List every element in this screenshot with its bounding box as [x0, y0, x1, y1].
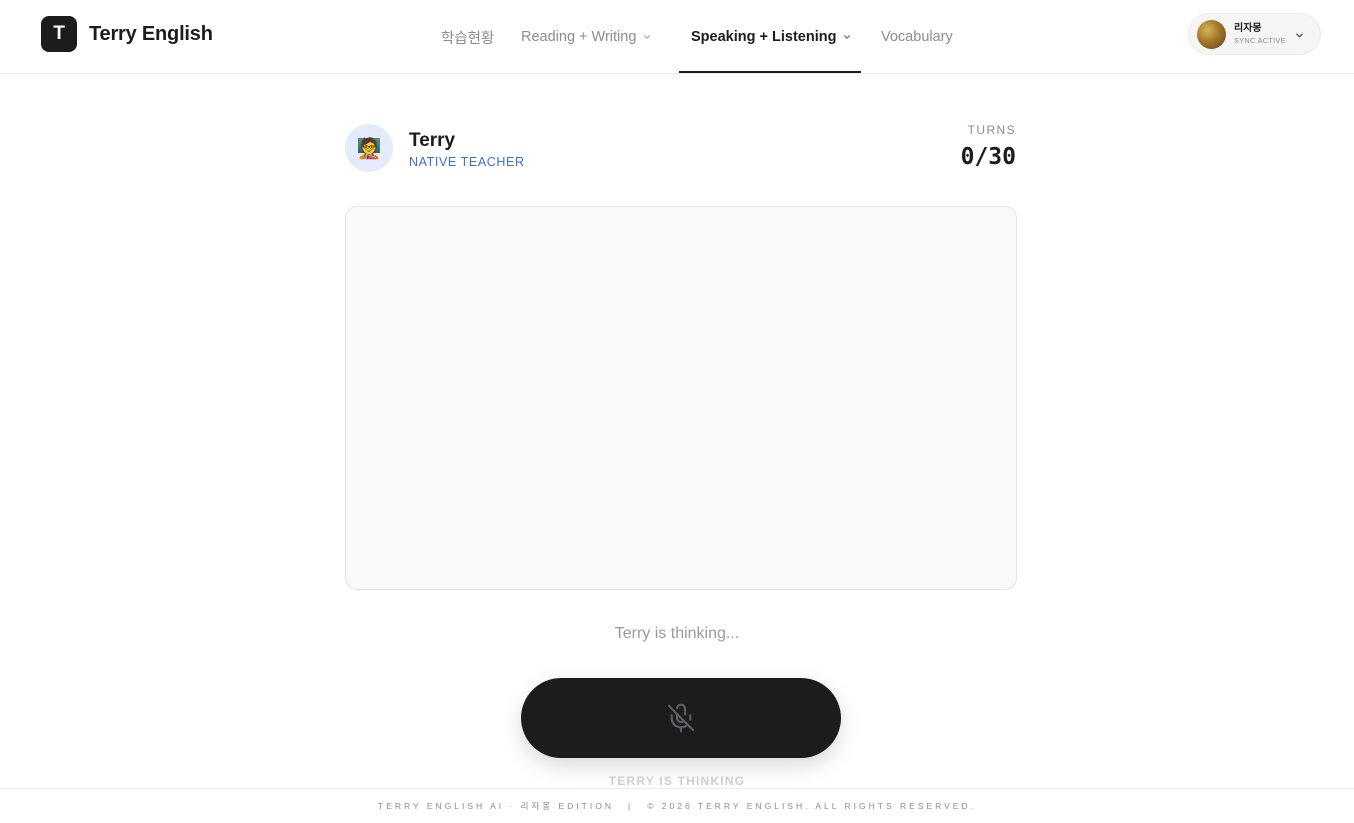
nav-item-progress[interactable]: 학습현황: [441, 0, 494, 74]
footer: TERRY ENGLISH AI · 리자몽 EDITION | © 2026 …: [0, 788, 1354, 823]
brand-logo-icon: T: [41, 16, 77, 52]
chevron-down-icon: [844, 35, 851, 39]
teacher-role: NATIVE TEACHER: [409, 155, 525, 169]
profile-info: 리자몽 SYNC ACTIVE: [1234, 22, 1286, 45]
nav-item-label: Speaking + Listening: [691, 29, 837, 45]
nav-item-vocabulary[interactable]: Vocabulary: [881, 0, 953, 74]
chevron-down-icon: [1296, 33, 1303, 38]
teacher-avatar: 🧑‍🏫: [345, 124, 393, 172]
nav-item-reading-writing[interactable]: Reading + Writing: [521, 0, 651, 74]
profile-menu-button[interactable]: 리자몽 SYNC ACTIVE: [1188, 13, 1321, 55]
footer-separator: |: [627, 801, 634, 811]
brand-logo-link[interactable]: T Terry English: [41, 16, 213, 52]
turns-label: TURNS: [967, 123, 1016, 137]
brand-name: Terry English: [89, 22, 213, 45]
thinking-status: Terry is thinking...: [614, 625, 740, 642]
conversation-panel[interactable]: [345, 206, 1017, 590]
footer-edition: TERRY ENGLISH AI · 리자몽 EDITION: [378, 801, 614, 811]
nav-item-label: 학습현황: [441, 30, 495, 47]
sync-status: SYNC ACTIVE: [1234, 35, 1286, 45]
footer-copyright: © 2026 TERRY ENGLISH. ALL RIGHTS RESERVE…: [647, 801, 976, 811]
nav-item-label: Vocabulary: [881, 29, 953, 45]
mic-off-icon: [667, 703, 695, 733]
microphone-button[interactable]: [521, 678, 841, 758]
profile-name: 리자몽: [1234, 22, 1262, 34]
nav-item-label: Reading + Writing: [521, 29, 637, 45]
nav-item-speaking-listening[interactable]: Speaking + Listening: [691, 0, 851, 74]
active-tab-indicator: [679, 71, 861, 73]
teacher-name: Terry: [409, 130, 456, 151]
mic-status-caption: TERRY IS THINKING: [608, 774, 746, 788]
turns-counter: 0/30: [960, 144, 1016, 170]
top-navigation-bar: T Terry English 학습현황 Reading + Writing S…: [0, 0, 1354, 74]
chevron-down-icon: [644, 35, 651, 39]
avatar: [1197, 19, 1226, 49]
